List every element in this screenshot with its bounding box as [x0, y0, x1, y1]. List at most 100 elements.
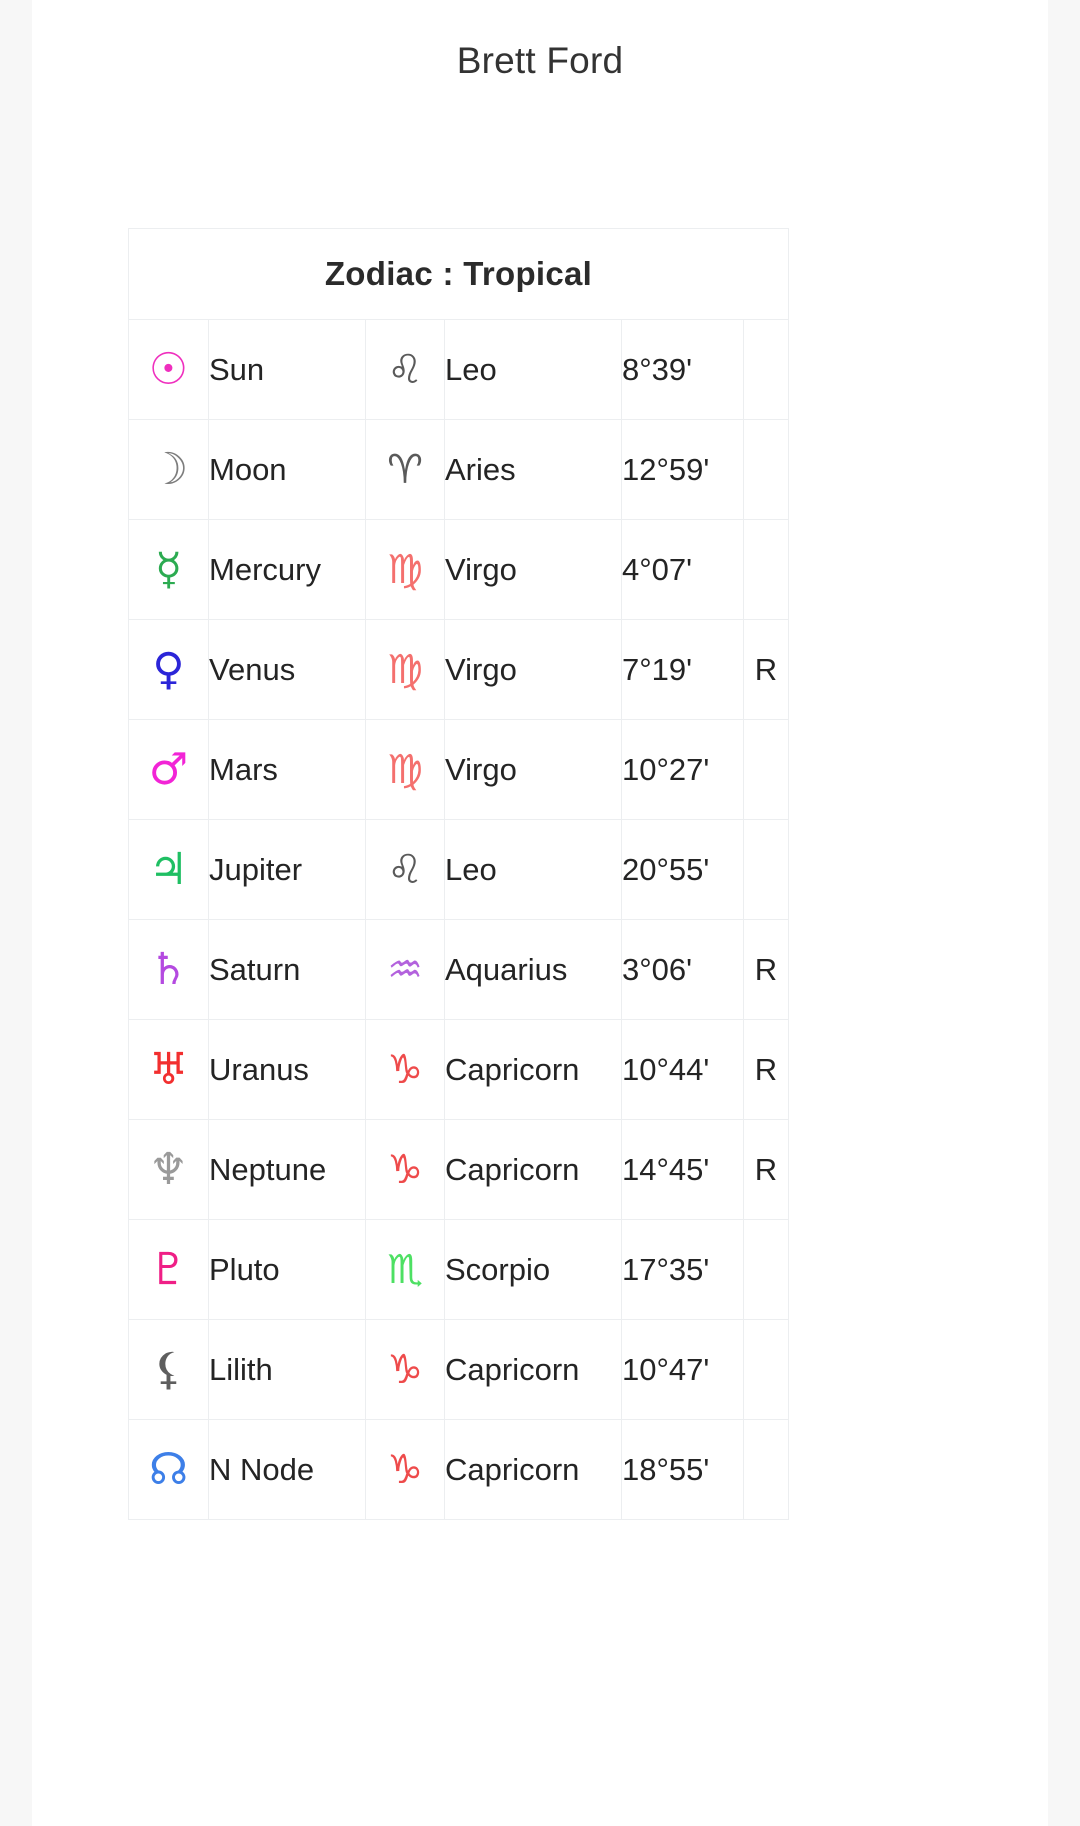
- planet-symbol-cell: ☊: [128, 1419, 209, 1520]
- degree-cell: 12°59': [621, 419, 744, 520]
- sign-symbol-cell: ♍: [365, 519, 445, 620]
- aries-icon: ♈: [387, 446, 423, 493]
- planet-symbol-cell: ☽: [128, 419, 209, 520]
- planet-name-cell: Uranus: [208, 1019, 366, 1120]
- retrograde-cell: R: [743, 1019, 789, 1120]
- retrograde-cell: R: [743, 1119, 789, 1220]
- planet-name-cell: Mercury: [208, 519, 366, 620]
- sign-name-cell: Capricorn: [444, 1019, 622, 1120]
- planet-symbol-cell: ♀: [128, 619, 209, 720]
- planet-symbol-cell: ♄: [128, 919, 209, 1020]
- sign-name-cell: Virgo: [444, 719, 622, 820]
- venus-icon: ♀: [152, 643, 185, 695]
- table-row: ♅ Uranus ♑ Capricorn 10°44' R: [128, 1019, 789, 1120]
- planet-symbol-cell: ♂: [128, 719, 209, 820]
- page-title: Brett Ford: [456, 40, 624, 81]
- degree-cell: 17°35': [621, 1219, 744, 1320]
- planet-name-cell: Jupiter: [208, 819, 366, 920]
- leo-icon: ♌: [387, 346, 423, 393]
- degree-cell: 8°39': [621, 319, 744, 420]
- sign-name-cell: Leo: [444, 819, 622, 920]
- planet-symbol-cell: ♇: [128, 1219, 209, 1320]
- table-row: ☽ Moon ♈ Aries 12°59': [128, 419, 789, 520]
- sign-name-cell: Capricorn: [444, 1319, 622, 1420]
- table-row: ☊ N Node ♑ Capricorn 18°55': [128, 1419, 789, 1520]
- retrograde-cell: [743, 719, 789, 820]
- mars-icon: ♂: [148, 743, 189, 795]
- mercury-icon: ☿: [154, 543, 182, 595]
- table-row: ♃ Jupiter ♌ Leo 20°55': [128, 819, 789, 920]
- sign-symbol-cell: ♑: [365, 1119, 445, 1220]
- sign-name-cell: Virgo: [444, 619, 622, 720]
- planet-symbol-cell: ⚸: [128, 1319, 209, 1420]
- planet-symbol-cell: ♃: [128, 819, 209, 920]
- scorpio-icon: ♏: [387, 1246, 423, 1293]
- planet-name-cell: N Node: [208, 1419, 366, 1520]
- planet-name-cell: Pluto: [208, 1219, 366, 1320]
- page-canvas: Brett Ford Zodiac : Tropical ☉ Sun ♌ Leo 8°3…: [32, 0, 1048, 1826]
- capricorn-icon: ♑: [387, 1346, 423, 1393]
- sign-name-cell: Scorpio: [444, 1219, 622, 1320]
- degree-cell: 14°45': [621, 1119, 744, 1220]
- degree-cell: 10°44': [621, 1019, 744, 1120]
- moon-icon: ☽: [148, 443, 189, 495]
- sign-symbol-cell: ♍: [365, 619, 445, 720]
- virgo-icon: ♍: [387, 746, 423, 793]
- table-row: ♆ Neptune ♑ Capricorn 14°45' R: [128, 1119, 789, 1220]
- neptune-icon: ♆: [148, 1143, 189, 1195]
- sign-name-cell: Virgo: [444, 519, 622, 620]
- pluto-icon: ♇: [148, 1243, 189, 1295]
- planet-name-cell: Saturn: [208, 919, 366, 1020]
- aquarius-icon: ♒: [387, 946, 423, 993]
- saturn-icon: ♄: [148, 943, 189, 995]
- table-row: ♇ Pluto ♏ Scorpio 17°35': [128, 1219, 789, 1320]
- capricorn-icon: ♑: [387, 1046, 423, 1093]
- planet-symbol-cell: ♆: [128, 1119, 209, 1220]
- planet-name-cell: Lilith: [208, 1319, 366, 1420]
- table-row: ⚸ Lilith ♑ Capricorn 10°47': [128, 1319, 789, 1420]
- table-row: ☉ Sun ♌ Leo 8°39': [128, 319, 789, 420]
- lilith-icon: ⚸: [152, 1343, 185, 1395]
- planet-symbol-cell: ☿: [128, 519, 209, 620]
- sign-name-cell: Capricorn: [444, 1419, 622, 1520]
- capricorn-icon: ♑: [387, 1446, 423, 1493]
- table-row: ♀ Venus ♍ Virgo 7°19' R: [128, 619, 789, 720]
- zodiac-table-body: ☉ Sun ♌ Leo 8°39' ☽ Moon ♈ Aries 12°59' ☿ Mercury ♍ V…: [128, 319, 789, 1520]
- capricorn-icon: ♑: [387, 1146, 423, 1193]
- zodiac-table-title: Zodiac : Tropical: [128, 228, 789, 320]
- sign-name-cell: Aquarius: [444, 919, 622, 1020]
- leo-icon: ♌: [387, 846, 423, 893]
- jupiter-icon: ♃: [148, 843, 189, 895]
- virgo-icon: ♍: [387, 646, 423, 693]
- degree-cell: 7°19': [621, 619, 744, 720]
- sign-symbol-cell: ♈: [365, 419, 445, 520]
- retrograde-cell: R: [743, 619, 789, 720]
- planet-name-cell: Venus: [208, 619, 366, 720]
- zodiac-table-container: Zodiac : Tropical ☉ Sun ♌ Leo 8°39' ☽ Moon ♈ Ari…: [128, 228, 789, 1520]
- table-row: ♄ Saturn ♒ Aquarius 3°06' R: [128, 919, 789, 1020]
- planet-name-cell: Mars: [208, 719, 366, 820]
- sign-symbol-cell: ♏: [365, 1219, 445, 1320]
- retrograde-cell: R: [743, 919, 789, 1020]
- degree-cell: 18°55': [621, 1419, 744, 1520]
- degree-cell: 3°06': [621, 919, 744, 1020]
- zodiac-positions-table: Zodiac : Tropical ☉ Sun ♌ Leo 8°39' ☽ Moon ♈ Ari…: [128, 228, 789, 1520]
- degree-cell: 10°47': [621, 1319, 744, 1420]
- sign-symbol-cell: ♍: [365, 719, 445, 820]
- sign-name-cell: Aries: [444, 419, 622, 520]
- degree-cell: 20°55': [621, 819, 744, 920]
- retrograde-cell: [743, 1219, 789, 1320]
- sign-symbol-cell: ♑: [365, 1319, 445, 1420]
- retrograde-cell: [743, 419, 789, 520]
- planet-name-cell: Moon: [208, 419, 366, 520]
- sign-symbol-cell: ♌: [365, 319, 445, 420]
- planet-symbol-cell: ☉: [128, 319, 209, 420]
- retrograde-cell: [743, 819, 789, 920]
- sign-name-cell: Leo: [444, 319, 622, 420]
- retrograde-cell: [743, 319, 789, 420]
- sun-icon: ☉: [148, 343, 189, 395]
- retrograde-cell: [743, 1319, 789, 1420]
- retrograde-cell: [743, 519, 789, 620]
- virgo-icon: ♍: [387, 546, 423, 593]
- n-node-icon: ☊: [148, 1443, 189, 1495]
